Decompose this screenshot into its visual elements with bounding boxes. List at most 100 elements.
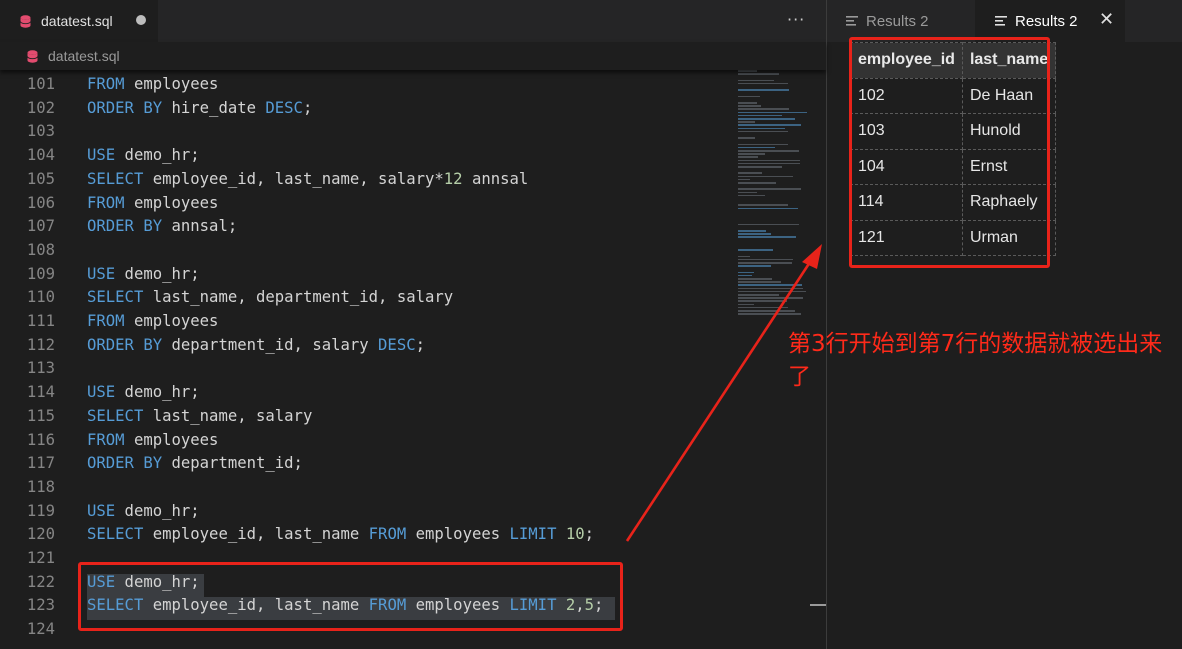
minimap-line	[738, 108, 789, 110]
minimap-line	[738, 310, 796, 312]
code-line[interactable]: 117 ORDER BY department_id;	[0, 452, 730, 476]
code-line[interactable]: 104 USE demo_hr;	[0, 144, 730, 168]
sql-keyword: USE	[87, 383, 116, 402]
minimap-line	[738, 278, 772, 280]
line-number: 105	[26, 169, 55, 188]
number-literal: 10	[565, 525, 585, 544]
line-number: 111	[26, 312, 55, 330]
line-number: 101	[26, 75, 55, 93]
table-row[interactable]: 103 Hunold	[850, 113, 1057, 150]
line-number: 117	[26, 454, 55, 473]
line-number: 103	[26, 122, 55, 141]
code-token: ;	[302, 98, 313, 117]
line-number: 120	[26, 525, 55, 544]
table-row[interactable]: 104 Ernst	[850, 148, 1057, 185]
minimap-line	[738, 166, 783, 168]
code-token: annsal	[462, 169, 529, 188]
minimap-line	[738, 172, 763, 174]
minimap-line	[738, 79, 774, 82]
line-number: 119	[26, 501, 55, 520]
code-line[interactable]: 124	[0, 618, 730, 642]
code-line[interactable]: 101 FROM employees	[0, 73, 730, 97]
sql-keyword: SELECT	[87, 406, 144, 425]
code-line[interactable]: 108	[0, 239, 730, 263]
minimap-line	[738, 207, 799, 210]
code-line[interactable]: 122 USE demo_hr;	[0, 571, 730, 595]
table-row[interactable]: 102 De Haan	[850, 77, 1057, 114]
line-number: 124	[26, 620, 55, 639]
cell-last-name[interactable]: Ernst	[961, 148, 1057, 185]
code-line[interactable]: 116 FROM employees	[0, 429, 730, 453]
code-line[interactable]: 113	[0, 357, 730, 381]
sql-keyword: DESC	[378, 335, 416, 354]
cell-employee-id[interactable]: 103	[850, 113, 963, 150]
code-line[interactable]: 123 SELECT employee_id, last_name FROM em…	[0, 594, 730, 618]
number-literal: 5	[584, 596, 595, 615]
code-line[interactable]: 119 USE demo_hr;	[0, 500, 730, 524]
code-line[interactable]: 107 ORDER BY annsal;	[0, 215, 730, 239]
code-line[interactable]: 114 USE demo_hr;	[0, 381, 730, 405]
code-line[interactable]: 106 FROM employees	[0, 192, 730, 216]
minimap-line	[738, 162, 800, 165]
code-text: ORDER BY annsal;	[87, 215, 237, 239]
code-text: ORDER BY department_id, salary DESC;	[87, 334, 425, 358]
code-line[interactable]: 103	[0, 120, 730, 144]
minimap-line	[738, 102, 757, 104]
minimap-line	[738, 303, 755, 306]
tab-results-inactive[interactable]: Results 2	[827, 0, 975, 42]
cell-last-name[interactable]: De Haan	[961, 77, 1057, 114]
unsaved-dot-icon[interactable]	[136, 15, 146, 25]
sql-keyword: USE	[87, 501, 116, 520]
tab-title: datatest.sql	[41, 13, 113, 29]
minimap-line	[738, 82, 789, 85]
minimap-line	[738, 271, 754, 274]
database-icon	[20, 14, 31, 28]
tab-datatest-sql[interactable]: datatest.sql	[0, 0, 158, 42]
code-line[interactable]: 111 FROM employees	[0, 310, 730, 334]
scrollbar-position-marker	[810, 604, 826, 606]
line-number: 108	[26, 240, 55, 259]
minimap-line	[738, 182, 776, 184]
cell-employee-id[interactable]: 104	[850, 148, 963, 185]
cell-last-name[interactable]: Raphaely	[961, 184, 1057, 221]
close-tab-icon[interactable]: ✕	[1099, 9, 1114, 30]
cell-last-name[interactable]: Urman	[961, 219, 1057, 256]
code-line[interactable]: 121	[0, 547, 730, 571]
minimap-line	[738, 290, 807, 293]
minimap-line	[738, 204, 789, 206]
breadcrumb-file[interactable]: datatest.sql	[48, 48, 120, 64]
minimap-line	[738, 194, 766, 197]
code-token: demo_hr;	[115, 572, 200, 591]
code-token: employees	[124, 193, 219, 212]
code-line[interactable]: 120 SELECT employee_id, last_name FROM em…	[0, 523, 730, 547]
table-row[interactable]: 121 Urman	[850, 219, 1057, 256]
code-text: USE demo_hr;	[87, 571, 200, 595]
minimap-line	[738, 153, 766, 155]
code-line[interactable]: 112 ORDER BY department_id, salary DESC;	[0, 334, 730, 358]
code-editor[interactable]: 101 FROM employees 102 ORDER BY hire_date D…	[0, 73, 730, 649]
code-line[interactable]: 105 SELECT employee_id, last_name, salary…	[0, 168, 730, 192]
cell-employee-id[interactable]: 114	[850, 184, 963, 221]
code-token: ,	[575, 596, 585, 615]
cell-last-name[interactable]: Hunold	[961, 113, 1057, 150]
cell-employee-id[interactable]: 102	[850, 77, 963, 114]
column-header-employee-id[interactable]: employee_id	[850, 42, 963, 79]
database-icon	[27, 49, 38, 63]
sql-keyword: FROM	[87, 312, 125, 330]
table-row[interactable]: 114 Raphaely	[850, 184, 1057, 221]
more-actions-icon[interactable]: ···	[787, 10, 805, 29]
sql-keyword: FROM	[87, 430, 125, 449]
cell-employee-id[interactable]: 121	[850, 219, 963, 256]
code-line[interactable]: 118	[0, 476, 730, 500]
code-text: FROM employees	[87, 310, 218, 334]
editor-group: datatest.sql ··· datatest.sql 101 FROM em…	[0, 0, 826, 649]
code-line[interactable]: 110 SELECT last_name, department_id, sala…	[0, 286, 730, 310]
sql-keyword: USE	[87, 264, 116, 283]
code-line[interactable]: 115 SELECT last_name, salary	[0, 405, 730, 429]
column-header-last-name[interactable]: last_name	[961, 42, 1057, 79]
code-line[interactable]: 102 ORDER BY hire_date DESC;	[0, 97, 730, 121]
sql-keyword: SELECT	[87, 169, 144, 188]
minimap-line	[738, 111, 808, 114]
code-line[interactable]: 109 USE demo_hr;	[0, 263, 730, 287]
